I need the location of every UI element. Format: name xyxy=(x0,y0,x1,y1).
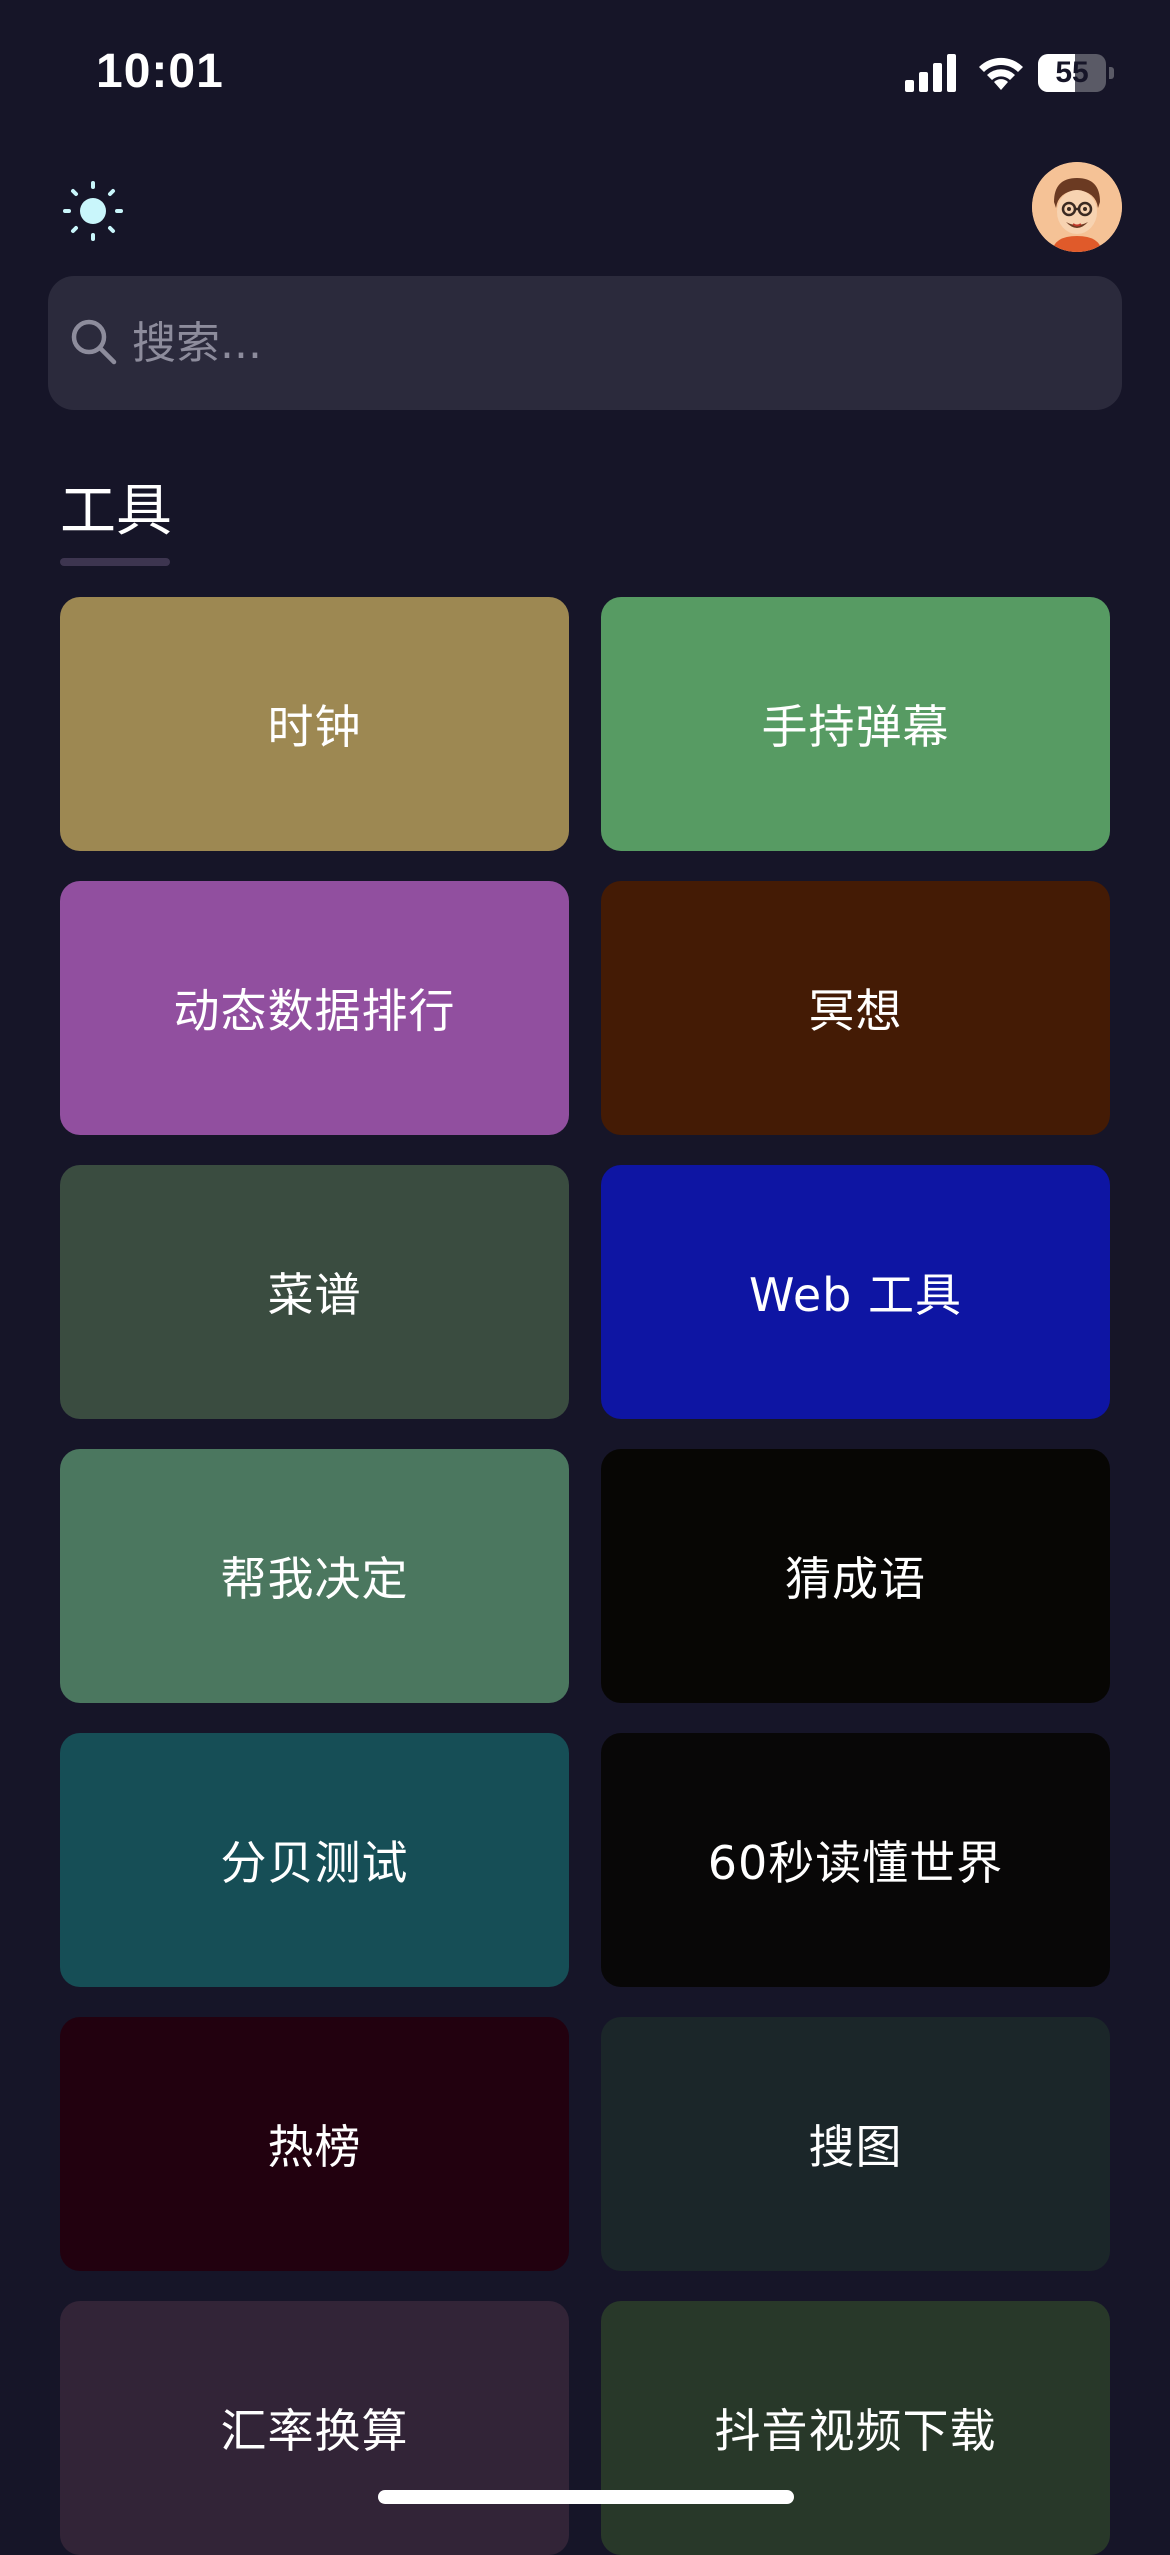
tool-card[interactable]: 手持弹幕 xyxy=(601,597,1110,851)
section-underline xyxy=(60,558,170,566)
tool-label: 抖音视频下载 xyxy=(714,2404,997,2458)
tool-card[interactable]: 时钟 xyxy=(60,597,569,851)
search-icon xyxy=(71,319,117,365)
tool-label: 分贝测试 xyxy=(220,1836,409,1890)
avatar[interactable] xyxy=(1032,162,1122,252)
tool-label: 时钟 xyxy=(267,700,362,754)
tool-label: 汇率换算 xyxy=(220,2404,409,2458)
tool-card[interactable]: 冥想 xyxy=(601,881,1110,1135)
sun-icon[interactable] xyxy=(62,180,124,242)
tool-label: Web 工具 xyxy=(749,1268,962,1322)
section-title: 工具 xyxy=(60,479,172,544)
tool-card[interactable]: 动态数据排行 xyxy=(60,881,569,1135)
tool-label: 60秒读懂世界 xyxy=(707,1836,1004,1890)
battery-cap xyxy=(1109,67,1114,79)
signal-icon xyxy=(905,54,956,92)
tool-label: 手持弹幕 xyxy=(761,700,950,754)
tool-card[interactable]: 汇率换算 xyxy=(60,2301,569,2555)
tool-card[interactable]: 热榜 xyxy=(60,2017,569,2271)
tool-label: 菜谱 xyxy=(267,1268,362,1322)
home-indicator[interactable] xyxy=(378,2490,794,2504)
wifi-icon xyxy=(979,57,1023,90)
tool-card[interactable]: 分贝测试 xyxy=(60,1733,569,1987)
tool-label: 动态数据排行 xyxy=(173,984,456,1038)
avatar-image xyxy=(1032,162,1122,252)
tool-card[interactable]: 60秒读懂世界 xyxy=(601,1733,1110,1987)
search-box[interactable] xyxy=(48,276,1122,410)
status-time: 10:01 xyxy=(96,45,224,98)
battery-level: 55 xyxy=(1055,56,1089,89)
search-input[interactable] xyxy=(132,276,1092,410)
battery-body: 55 xyxy=(1038,54,1106,92)
tool-card[interactable]: 搜图 xyxy=(601,2017,1110,2271)
tool-card[interactable]: 抖音视频下载 xyxy=(601,2301,1110,2555)
tool-card[interactable]: 菜谱 xyxy=(60,1165,569,1419)
tool-card[interactable]: Web 工具 xyxy=(601,1165,1110,1419)
tool-label: 猜成语 xyxy=(785,1552,926,1606)
tool-label: 搜图 xyxy=(808,2120,903,2174)
status-bar: 10:01 55 xyxy=(0,0,1170,150)
tool-label: 热榜 xyxy=(267,2120,362,2174)
tool-label: 冥想 xyxy=(808,984,903,1038)
tool-grid: 时钟 手持弹幕动态数据排行 冥想菜谱 Web 工具帮我决定 猜成语分贝测试 60秒读懂世界… xyxy=(60,597,1110,2555)
tool-label: 帮我决定 xyxy=(220,1552,409,1606)
tool-card[interactable]: 猜成语 xyxy=(601,1449,1110,1703)
battery-icon: 55 xyxy=(1038,54,1114,92)
tool-card[interactable]: 帮我决定 xyxy=(60,1449,569,1703)
